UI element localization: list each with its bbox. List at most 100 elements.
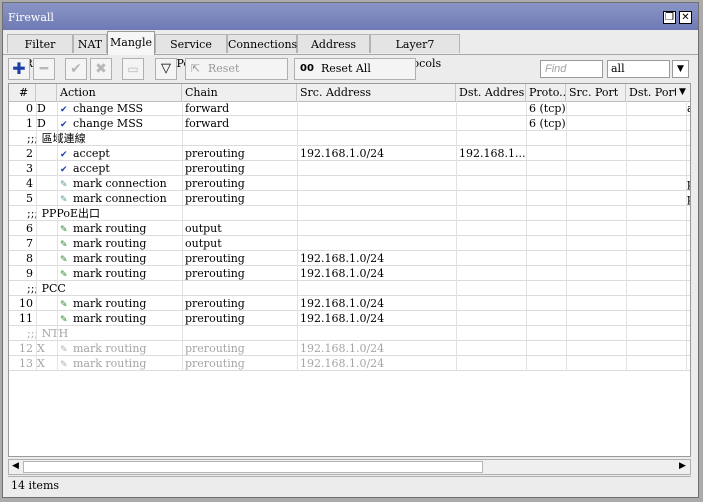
table-row[interactable]: 10 ✎ mark routing prerouting 192.168.1.0/24 [9, 296, 690, 311]
close-icon[interactable]: ✕ [679, 11, 692, 24]
tab-filter-rules[interactable]: Filter Rules [7, 34, 73, 70]
tab-layer7-protocols[interactable]: Layer7 Protocols [370, 34, 460, 70]
cell-chain: prerouting [185, 342, 245, 355]
table-row[interactable]: 6 ✎ mark routing output [9, 221, 690, 236]
table-row[interactable]: 1 D ✔ change MSS forward 6 (tcp) [9, 116, 690, 131]
cell-chain: prerouting [185, 192, 245, 205]
scrollbar-thumb[interactable] [23, 461, 483, 473]
tab-connections[interactable]: Connections [227, 34, 297, 53]
cell-src-address: 192.168.1.0/24 [300, 147, 385, 160]
action-label: change MSS [73, 102, 144, 115]
table-row[interactable]: 4 ✎ mark connection prerouting p [9, 176, 690, 191]
scroll-right-icon[interactable]: ▶ [679, 461, 686, 471]
tab-mangle[interactable]: Mangle [107, 31, 155, 55]
comment-icon[interactable]: ▭ [122, 58, 144, 80]
cell-dst-address [459, 341, 525, 355]
chevron-down-icon[interactable]: ▼ [672, 60, 689, 78]
scroll-left-icon[interactable]: ◀ [12, 461, 19, 471]
disable-icon[interactable]: ✖ [90, 58, 112, 80]
reset-all-counters-icon: 00 [300, 63, 314, 74]
add-icon[interactable]: ✚ [8, 58, 30, 80]
cell-chain: output [185, 222, 222, 235]
col-header-flags[interactable] [36, 84, 57, 101]
cell-number: 1 [26, 117, 33, 130]
cell-truncated [687, 356, 690, 370]
filter-select[interactable]: all [607, 60, 670, 78]
cell-src-address [300, 116, 454, 130]
comment-row[interactable]: ;;; PCC [9, 281, 690, 296]
comment-row[interactable]: ;;; 區域連線 [9, 131, 690, 146]
table-row[interactable]: 7 ✎ mark routing output [9, 236, 690, 251]
tab-service-ports[interactable]: Service Ports [155, 34, 227, 70]
col-header-chain[interactable]: Chain [182, 84, 297, 101]
comment-row[interactable]: ;;; PPPoE出口 [9, 206, 690, 221]
col-header-number[interactable]: # [9, 84, 36, 101]
cell-number: 12 [19, 342, 33, 355]
cell-protocol [529, 191, 565, 205]
cell-flags: X [37, 342, 45, 355]
action-label: mark routing [73, 237, 147, 250]
col-header-dst-address[interactable]: Dst. Address [456, 84, 526, 101]
cell-protocol [529, 341, 565, 355]
enable-icon[interactable]: ✔ [65, 58, 87, 80]
filter-icon[interactable]: ▽ [155, 58, 177, 80]
horizontal-scrollbar[interactable]: ◀ ▶ [8, 459, 691, 475]
cell-truncated: a [687, 101, 690, 115]
col-divider [182, 101, 183, 371]
col-divider [626, 101, 627, 371]
cell-number: 3 [26, 162, 33, 175]
restore-icon[interactable]: ❐ [663, 11, 676, 24]
cell-chain: prerouting [185, 357, 245, 370]
cell-truncated [687, 116, 690, 130]
col-header-src-address[interactable]: Src. Address [297, 84, 456, 101]
table-row[interactable]: 5 ✎ mark connection prerouting p [9, 191, 690, 206]
cell-src-address [300, 176, 454, 190]
table-row[interactable]: 3 ✔ accept prerouting [9, 161, 690, 176]
action-label: accept [73, 162, 110, 175]
cell-src-address: 192.168.1.0/24 [300, 252, 385, 265]
toolbar: ✚ ━ ✔ ✖ ▭ ▽ ⇱ Reset Counters 00 Reset Al… [3, 55, 698, 95]
firewall-window: Firewall ❐ ✕ Filter Rules NAT Mangle Ser… [2, 2, 699, 498]
table-row[interactable]: 2 ✔ accept prerouting 192.168.1.0/24 192.168.… [9, 146, 690, 161]
table-row[interactable]: 12 X ✎ mark routing prerouting 192.168.1.0/24 [9, 341, 690, 356]
col-header-src-port[interactable]: Src. Port [566, 84, 626, 101]
table-row[interactable]: 13 X ✎ mark routing prerouting 192.168.1.0/24 [9, 356, 690, 371]
cell-dst-address [459, 236, 525, 250]
col-header-action[interactable]: Action [57, 84, 182, 101]
col-divider [526, 101, 527, 371]
table-header: # Action Chain Src. Address Dst. Address… [9, 84, 690, 102]
tab-address-lists[interactable]: Address Lists [297, 34, 370, 70]
table-row[interactable]: 9 ✎ mark routing prerouting 192.168.1.0/24 [9, 266, 690, 281]
find-input[interactable] [540, 60, 603, 78]
table-row[interactable]: 0D ✔ change MSS forward 6 (tcp) a [9, 101, 690, 116]
cell-flags [37, 221, 55, 235]
col-divider [297, 101, 298, 371]
cell-action: ✎ mark routing [60, 296, 180, 310]
col-divider [686, 101, 687, 371]
remove-icon[interactable]: ━ [33, 58, 55, 80]
reset-all-counters-button[interactable]: 00 Reset All Counters [294, 58, 416, 95]
cell-protocol [529, 296, 565, 310]
col-divider [456, 101, 457, 371]
cell-src-address: 192.168.1.0/24 [300, 342, 385, 355]
action-label: mark routing [73, 342, 147, 355]
table-row[interactable]: 11 ✎ mark routing prerouting 192.168.1.0/24 [9, 311, 690, 326]
accept-check-icon: ✔ [60, 150, 68, 160]
column-chooser-icon[interactable]: ▼ [676, 84, 690, 101]
cell-chain: prerouting [185, 297, 245, 310]
cell-dst-address [459, 191, 525, 205]
cell-action: ✔ accept [60, 161, 180, 175]
comment-row[interactable]: ;;; NTH [9, 326, 690, 341]
cell-src-address [300, 221, 454, 235]
cell-action: ✎ mark routing [60, 266, 180, 280]
cell-protocol: 6 (tcp) [529, 102, 565, 115]
cell-src-address: 192.168.1.0/24 [300, 357, 385, 370]
reset-counters-button[interactable]: ⇱ Reset Counters [185, 58, 288, 95]
col-header-protocol[interactable]: Proto... [526, 84, 566, 101]
cell-protocol [529, 266, 565, 280]
title-bar[interactable]: Firewall ❐ ✕ [3, 3, 698, 30]
cell-protocol [529, 221, 565, 235]
mark-connection-pen-icon: ✎ [60, 180, 68, 190]
tab-nat[interactable]: NAT [73, 34, 107, 53]
table-row[interactable]: 8 ✎ mark routing prerouting 192.168.1.0/24 [9, 251, 690, 266]
